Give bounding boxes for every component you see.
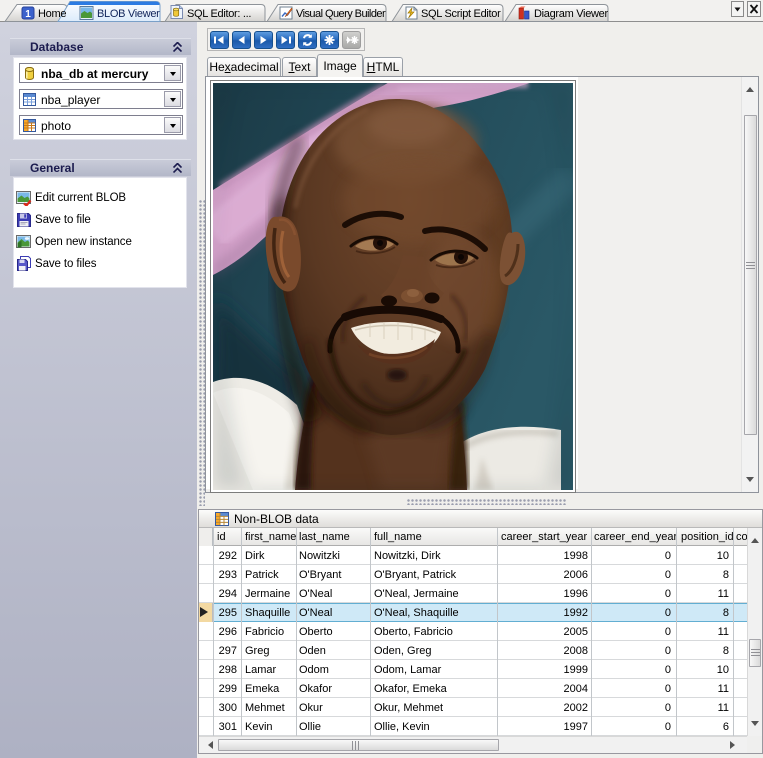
svg-text:1: 1 — [25, 9, 31, 20]
svg-text:SQL Script Editor: SQL Script Editor — [421, 8, 501, 20]
svg-text:SQL Editor: ...: SQL Editor: ... — [187, 8, 251, 20]
svg-text:Home: Home — [38, 8, 66, 20]
svg-text:Visual Query Builder: Visual Query Builder — [296, 8, 386, 20]
svg-text:Diagram Viewer: Diagram Viewer — [534, 8, 608, 20]
svg-text:BLOB Viewer: BLOB Viewer — [97, 8, 160, 20]
